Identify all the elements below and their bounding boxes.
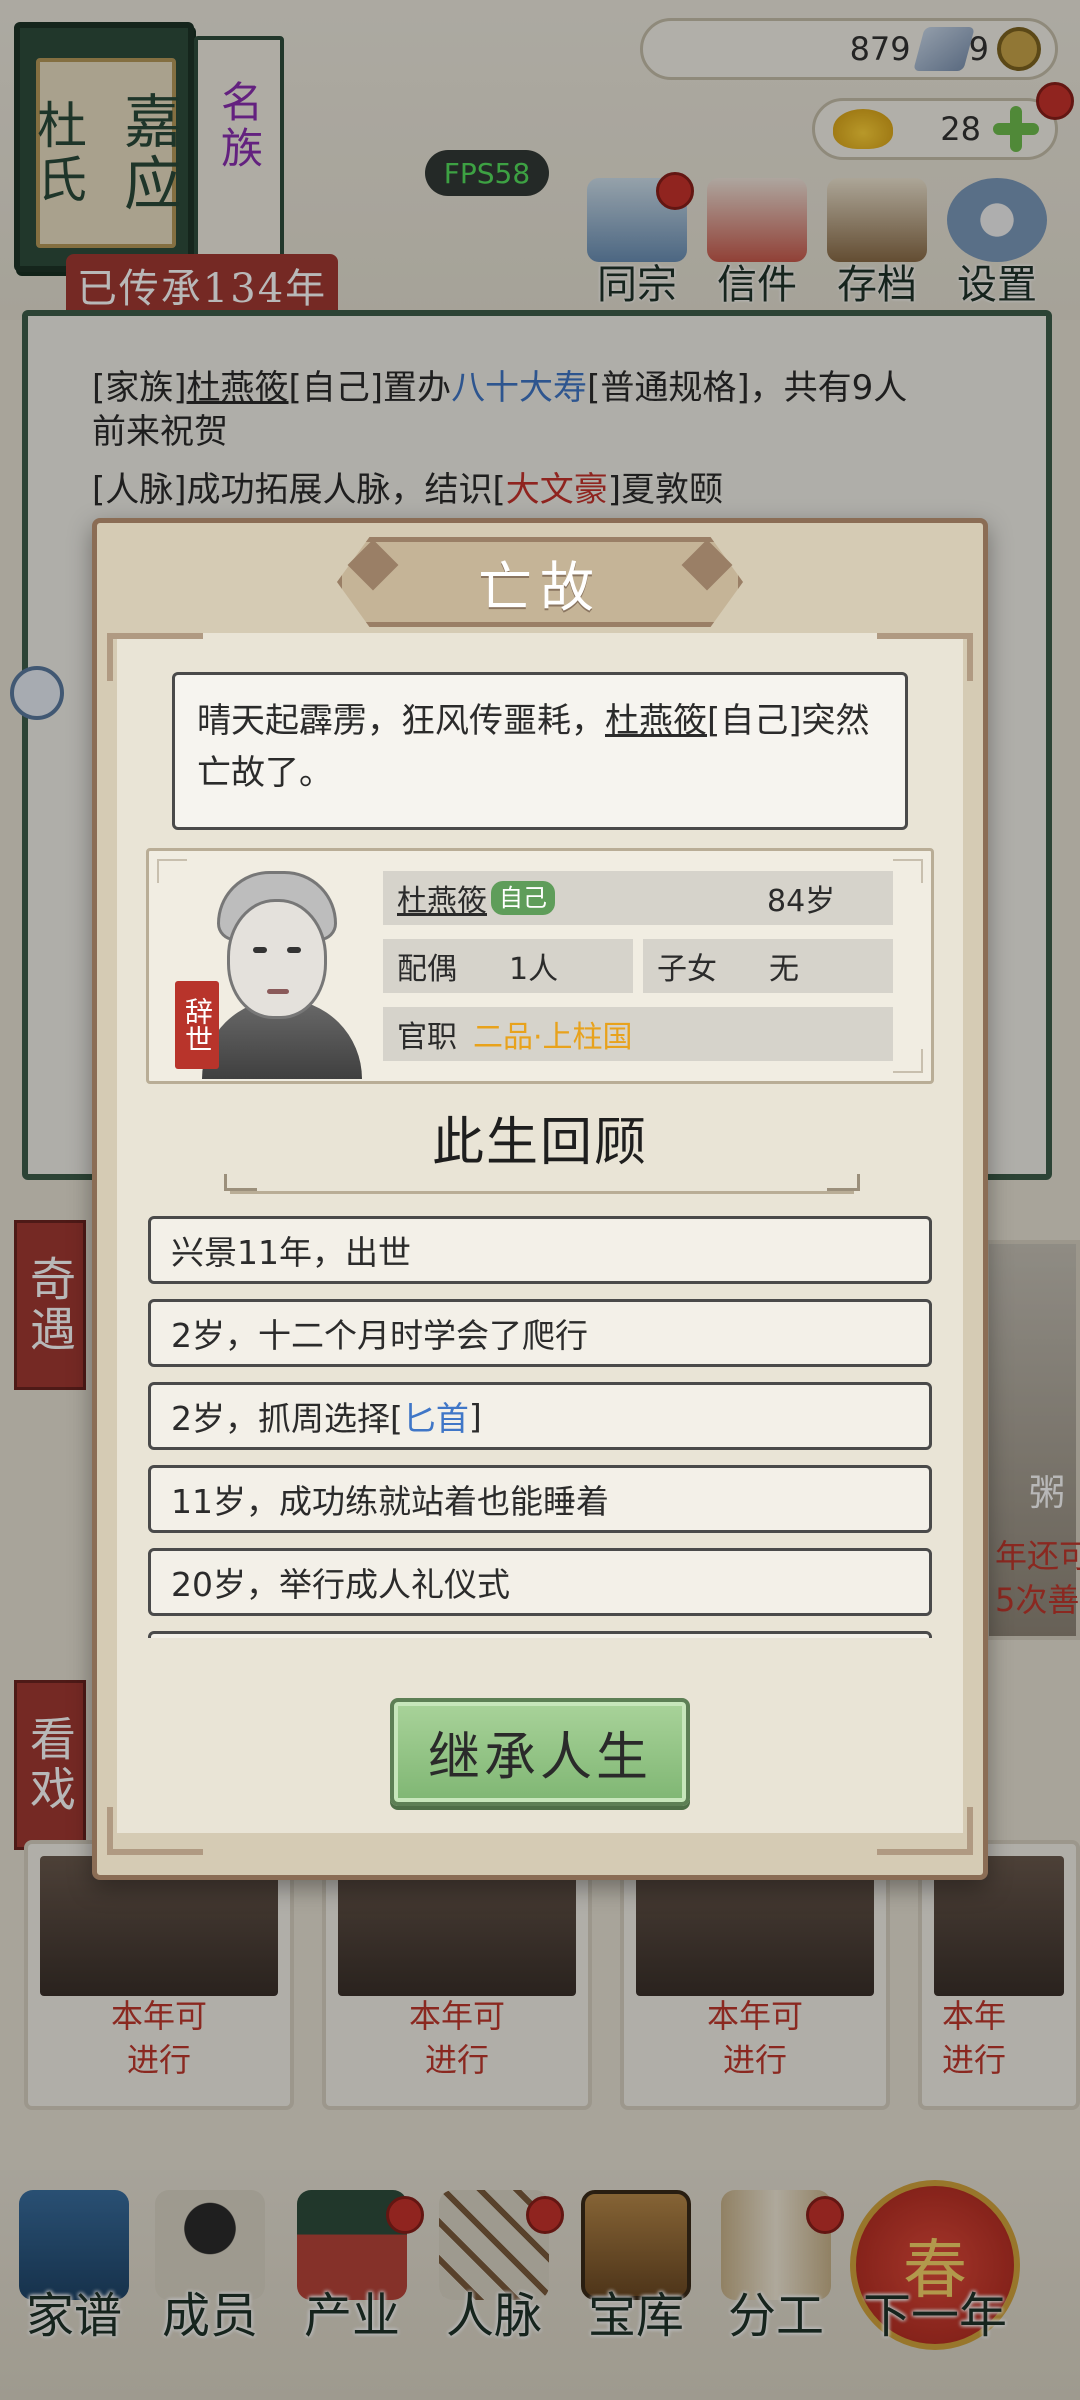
profile-children-row: 子女 无 (643, 939, 893, 993)
modal-title-plaque: 亡故 (337, 537, 743, 627)
profile-name-row: 杜燕筱 自己 84岁 (383, 871, 893, 925)
profile-age: 84岁 (767, 884, 836, 919)
profile-office-row: 官职 二品·上柱国 (383, 1007, 893, 1061)
life-event: 兴景11年，出世 (148, 1216, 932, 1284)
life-event: 11岁，成功练就站着也能睡着 (148, 1465, 932, 1533)
card-corner (893, 1049, 923, 1073)
children-value: 无 (769, 952, 799, 987)
self-badge: 自己 (491, 881, 555, 915)
title-divider (224, 1174, 860, 1194)
life-review-list[interactable]: 兴景11年，出世 2岁，十二个月时学会了爬行 2岁，抓周选择[匕首] 11岁，成… (148, 1216, 932, 1638)
life-event: 2岁，抓周选择[匕首] (148, 1382, 932, 1450)
spouse-label: 配偶 (397, 952, 457, 987)
life-event (148, 1631, 932, 1638)
modal-title: 亡故 (478, 555, 602, 619)
office-value: 二品·上柱国 (473, 1020, 633, 1055)
deceased-seal: 辞世 (175, 981, 219, 1069)
office-label: 官职 (397, 1020, 457, 1055)
life-event: 20岁，举行成人礼仪式 (148, 1548, 932, 1616)
card-corner (893, 859, 923, 883)
death-message: 晴天起霹雳，狂风传噩耗，杜燕筱[自己]突然亡故了。 (172, 672, 908, 830)
life-event: 2岁，十二个月时学会了爬行 (148, 1299, 932, 1367)
inherit-life-button[interactable]: 继承人生 (390, 1698, 690, 1806)
profile-spouse-row: 配偶 1人 (383, 939, 633, 993)
spouse-value: 1人 (509, 952, 559, 987)
corner-ornament (107, 1807, 203, 1855)
life-review-title: 此生回顾 (431, 1113, 648, 1173)
deceased-profile-card: 辞世 杜燕筱 自己 84岁 配偶 1人 子女 无 官职 二品·上柱国 (146, 848, 934, 1084)
corner-ornament (877, 1807, 973, 1855)
children-label: 子女 (657, 952, 717, 987)
profile-name: 杜燕筱 (397, 884, 487, 919)
